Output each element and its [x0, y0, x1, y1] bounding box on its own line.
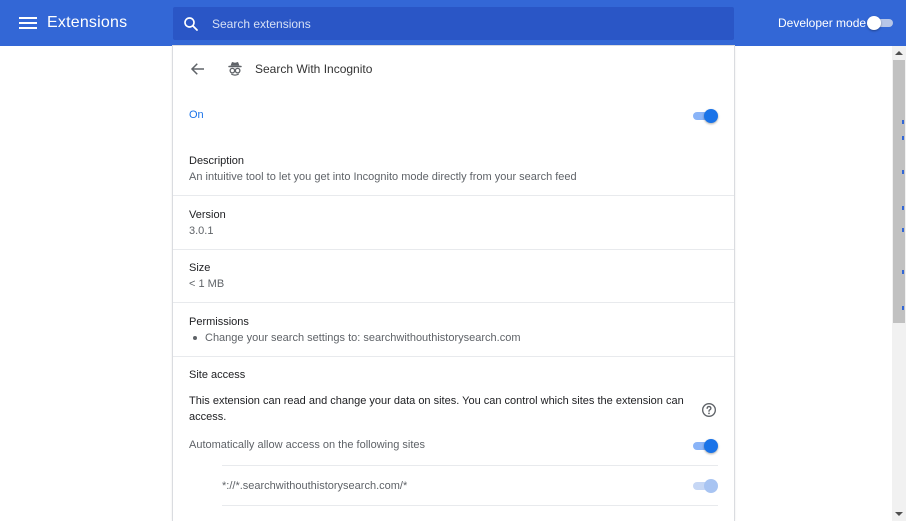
size-label: Size [189, 262, 211, 274]
arrow-left-icon[interactable] [189, 60, 207, 78]
help-circle-icon[interactable] [701, 402, 717, 418]
version-value: 3.0.1 [189, 225, 214, 237]
incognito-spy-icon [228, 62, 242, 76]
top-toolbar: Extensions Developer mode [0, 0, 906, 46]
scroll-down-arrow-icon[interactable] [895, 512, 903, 516]
divider [222, 465, 718, 466]
extension-detail-card: Search With Incognito On Description An … [173, 46, 734, 521]
size-value: < 1 MB [189, 278, 225, 290]
search-input[interactable] [210, 7, 720, 40]
description-label: Description [189, 155, 245, 167]
divider [173, 356, 734, 357]
auto-allow-toggle[interactable] [691, 439, 718, 453]
site-access-label: Site access [189, 369, 246, 381]
hamburger-menu-icon[interactable] [16, 11, 40, 35]
developer-mode-toggle[interactable] [867, 16, 894, 30]
divider [222, 505, 718, 506]
version-label: Version [189, 209, 226, 221]
extension-name: Search With Incognito [255, 62, 373, 76]
divider [173, 302, 734, 303]
extension-enabled-toggle[interactable] [691, 109, 718, 123]
site-pattern: *://*.searchwithouthistorysearch.com/* [222, 480, 408, 492]
divider [173, 249, 734, 250]
extension-state-label: On [189, 109, 204, 121]
developer-mode-label: Developer mode [778, 16, 867, 30]
site-pattern-toggle[interactable] [691, 479, 718, 493]
divider [173, 195, 734, 196]
description-text: An intuitive tool to let you get into In… [189, 171, 577, 183]
site-access-description: This extension can read and change your … [189, 395, 684, 423]
edge-markers [902, 120, 904, 320]
permission-bullet [193, 336, 197, 340]
search-icon [184, 17, 198, 31]
page-title: Extensions [47, 14, 128, 31]
permission-item: Change your search settings to: searchwi… [205, 332, 521, 344]
permissions-label: Permissions [189, 316, 249, 328]
auto-allow-label: Automatically allow access on the follow… [189, 439, 426, 451]
search-box[interactable] [173, 7, 734, 40]
scroll-up-arrow-icon[interactable] [895, 51, 903, 55]
